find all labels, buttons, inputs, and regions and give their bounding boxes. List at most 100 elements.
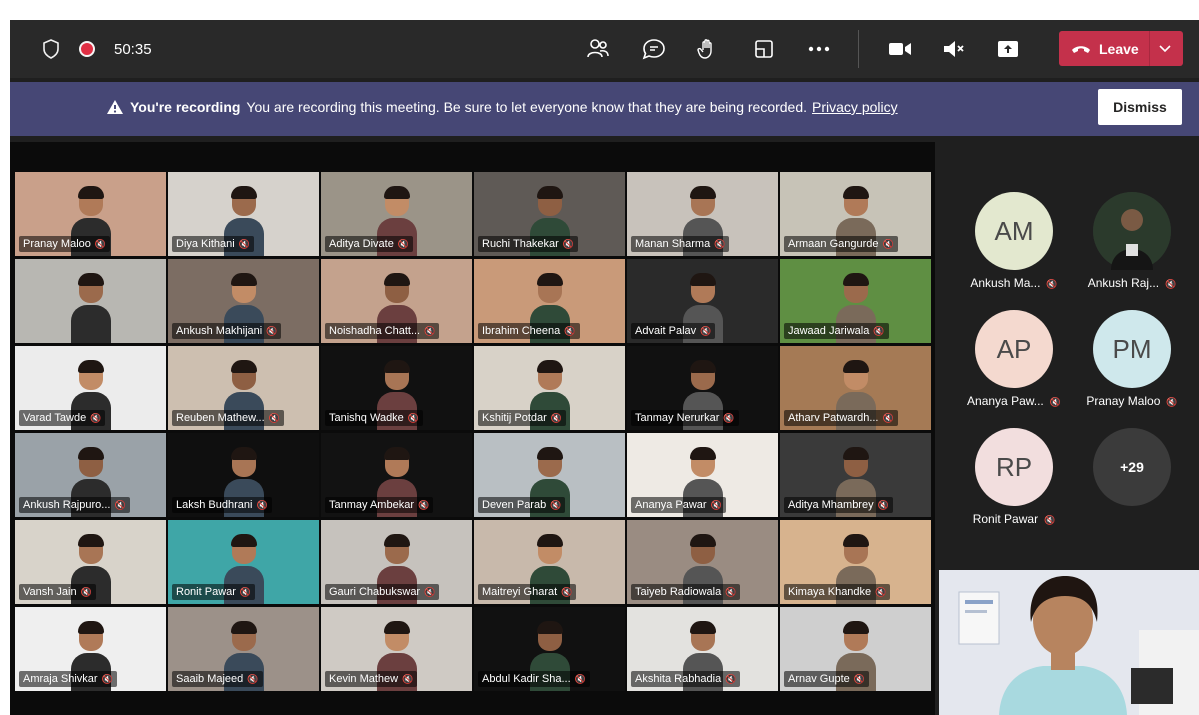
participant-tile[interactable]: Kshitij Potdar 🔇 [474, 346, 625, 430]
participant-name: Aditya Mhambrey 🔇 [784, 497, 893, 513]
participant-tile[interactable]: Aditya Mhambrey 🔇 [780, 433, 931, 517]
participant-name: Ananya Pawar 🔇 [631, 497, 726, 513]
participant-tile[interactable]: Ankush Makhijani 🔇 [168, 259, 319, 343]
participant-tile[interactable]: Gauri Chabukswar 🔇 [321, 520, 472, 604]
roster-participant[interactable]: AM Ankush Ma... 🔇 [955, 182, 1073, 302]
participant-name-text: Maitreyi Gharat [482, 586, 558, 598]
participant-name-text: Laksh Budhrani [176, 499, 253, 511]
mic-muted-icon: 🔇 [1046, 279, 1058, 289]
mic-muted-icon: 🔇 [256, 500, 268, 510]
camera-icon[interactable] [886, 38, 914, 60]
mic-muted-icon: 🔇 [247, 674, 259, 684]
participant-tile[interactable]: Armaan Gangurde 🔇 [780, 172, 931, 256]
share-screen-icon[interactable] [994, 38, 1022, 60]
participant-name: Saaib Majeed 🔇 [172, 671, 263, 687]
roster-participant[interactable]: PM Pranay Maloo 🔇 [1073, 300, 1191, 420]
participant-name-text: Reuben Mathew... [176, 412, 265, 424]
roster-participant[interactable]: RP Ronit Pawar 🔇 [955, 418, 1073, 538]
mic-muted-icon: 🔇 [877, 500, 889, 510]
participant-tile[interactable]: Ruchi Thakekar 🔇 [474, 172, 625, 256]
avatar-initials: PM [1112, 333, 1152, 364]
roster-name: Ananya Paw... 🔇 [955, 394, 1073, 408]
mic-muted-icon: 🔇 [725, 674, 737, 684]
participant-tile[interactable]: Abdul Kadir Sha... 🔇 [474, 607, 625, 691]
participant-name-text: Atharv Patwardh... [788, 412, 879, 424]
participant-tile[interactable]: Tanmay Nerurkar 🔇 [627, 346, 778, 430]
participant-name: Diya Kithani 🔇 [172, 236, 254, 252]
participant-tile[interactable]: Ibrahim Cheena 🔇 [474, 259, 625, 343]
participant-tile[interactable]: Kevin Mathew 🔇 [321, 607, 472, 691]
participant-tile[interactable]: Manan Sharma 🔇 [627, 172, 778, 256]
participant-name-text: Ankush Makhijani [176, 325, 263, 337]
mic-muted-icon[interactable] [940, 38, 968, 60]
participant-tile[interactable]: Maitreyi Gharat 🔇 [474, 520, 625, 604]
breakout-rooms-icon[interactable] [750, 38, 778, 60]
participant-name-text: Tanmay Nerurkar [635, 412, 720, 424]
privacy-policy-link[interactable]: Privacy policy [812, 99, 898, 115]
mic-muted-icon: 🔇 [114, 500, 126, 510]
participant-tile[interactable]: Reuben Mathew... 🔇 [168, 346, 319, 430]
avatar: RP [975, 428, 1053, 506]
mic-muted-icon: 🔇 [238, 239, 250, 249]
avatar [1093, 192, 1171, 270]
recording-banner: You're recording You are recording this m… [10, 82, 1199, 136]
participant-tile[interactable]: Diya Kithani 🔇 [168, 172, 319, 256]
participant-name-text: Jawaad Jariwala [788, 325, 870, 337]
participant-tile[interactable]: Ronit Pawar 🔇 [168, 520, 319, 604]
participant-tile[interactable]: Laksh Budhrani 🔇 [168, 433, 319, 517]
participant-tile[interactable]: Vansh Jain 🔇 [15, 520, 166, 604]
participant-tile[interactable]: Aditya Divate 🔇 [321, 172, 472, 256]
chat-icon[interactable] [640, 38, 668, 60]
chevron-down-icon[interactable] [1157, 39, 1173, 60]
participant-name-text: Akshita Rabhadia [635, 673, 722, 685]
participant-tile[interactable]: Saaib Majeed 🔇 [168, 607, 319, 691]
participant-tile[interactable]: Noishadha Chatt... 🔇 [321, 259, 472, 343]
roster-participant[interactable]: AP Ananya Paw... 🔇 [955, 300, 1073, 420]
video-stage: Pranay Maloo 🔇 Diya Kithani 🔇 Aditya Divate 🔇… [10, 142, 935, 715]
leave-divider [1149, 31, 1150, 66]
participant-tile[interactable]: Tanmay Ambekar 🔇 [321, 433, 472, 517]
participant-name: Vansh Jain 🔇 [19, 584, 96, 600]
more-participants-button[interactable]: +29 [1073, 418, 1191, 538]
leave-button[interactable]: Leave [1059, 31, 1183, 66]
participant-name-text: Aditya Mhambrey [788, 499, 874, 511]
participant-tile[interactable]: Ankush Rajpuro... 🔇 [15, 433, 166, 517]
mic-muted-icon: 🔇 [561, 587, 573, 597]
shield-icon[interactable] [40, 38, 62, 60]
participant-tile[interactable]: Jawaad Jariwala 🔇 [780, 259, 931, 343]
participant-name: Maitreyi Gharat 🔇 [478, 584, 577, 600]
participant-tile[interactable]: Kimaya Khandke 🔇 [780, 520, 931, 604]
mic-muted-icon: 🔇 [723, 413, 735, 423]
participant-tile[interactable]: Ananya Pawar 🔇 [627, 433, 778, 517]
participant-name-text: Ananya Pawar [635, 499, 707, 511]
participant-tile[interactable]: Taiyeb Radiowala 🔇 [627, 520, 778, 604]
participant-tile[interactable]: Varad Tawde 🔇 [15, 346, 166, 430]
participant-tile[interactable]: Akshita Rabhadia 🔇 [627, 607, 778, 691]
participant-tile[interactable]: Deven Parab 🔇 [474, 433, 625, 517]
participant-name: Tanishq Wadke 🔇 [325, 410, 424, 426]
raise-hand-icon[interactable] [694, 38, 722, 60]
mic-muted-icon: 🔇 [424, 326, 436, 336]
mic-muted-icon: 🔇 [853, 674, 865, 684]
roster-name-text: Ankush Ma... [970, 276, 1041, 290]
participant-tile[interactable] [15, 259, 166, 343]
participant-name: Ronit Pawar 🔇 [172, 584, 256, 600]
participant-name-text: Pranay Maloo [23, 238, 91, 250]
participant-tile[interactable]: Advait Palav 🔇 [627, 259, 778, 343]
participants-icon[interactable] [584, 38, 612, 60]
mic-muted-icon: 🔇 [875, 587, 887, 597]
participant-tile[interactable]: Amraja Shivkar 🔇 [15, 607, 166, 691]
dismiss-button[interactable]: Dismiss [1098, 89, 1182, 125]
more-options-icon[interactable] [805, 38, 833, 60]
participant-name: Ruchi Thakekar 🔇 [478, 236, 579, 252]
participant-name-text: Armaan Gangurde [788, 238, 879, 250]
participant-name: Atharv Patwardh... 🔇 [784, 410, 898, 426]
roster-participant[interactable]: Ankush Raj... 🔇 [1073, 182, 1191, 302]
participant-tile[interactable]: Arnav Gupte 🔇 [780, 607, 931, 691]
participant-tile[interactable]: Pranay Maloo 🔇 [15, 172, 166, 256]
participant-tile[interactable]: Atharv Patwardh... 🔇 [780, 346, 931, 430]
participant-tile[interactable]: Tanishq Wadke 🔇 [321, 346, 472, 430]
participant-name-text: Tanmay Ambekar [329, 499, 414, 511]
mic-muted-icon: 🔇 [239, 587, 252, 597]
mic-muted-icon: 🔇 [714, 239, 726, 249]
